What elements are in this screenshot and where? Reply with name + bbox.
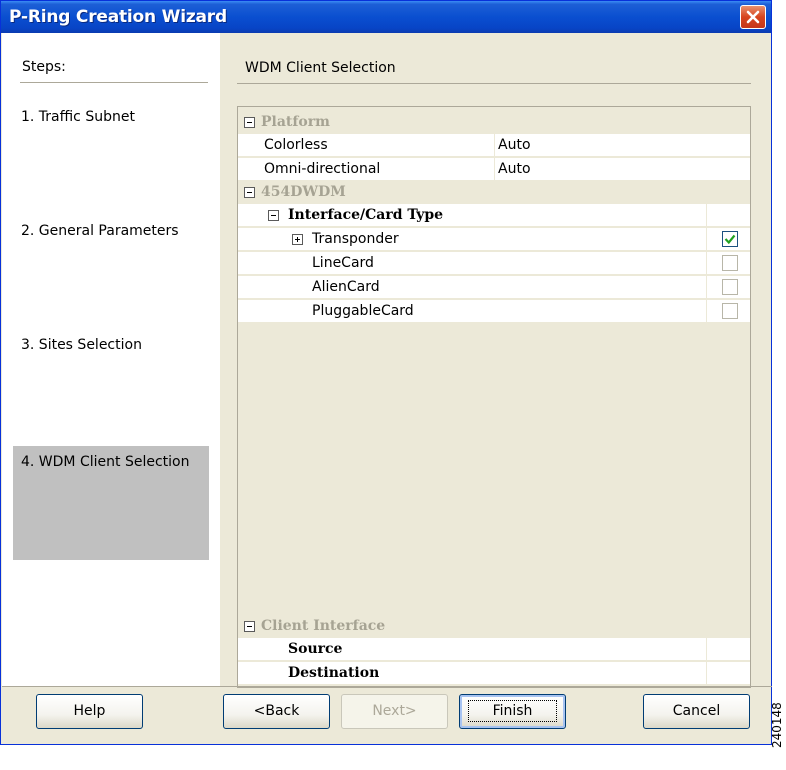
client-row-destination[interactable]: Destination bbox=[238, 662, 750, 685]
client-row-source[interactable]: Source bbox=[238, 638, 750, 661]
figure-id-watermark: 240148 bbox=[770, 702, 784, 748]
wizard-window: P-Ring Creation Wizard Steps: 1. Traffic… bbox=[0, 0, 772, 745]
checkmark-icon bbox=[724, 234, 736, 245]
column-divider bbox=[706, 276, 707, 299]
step-wdm-client-selection[interactable]: 4. WDM Client Selection bbox=[13, 446, 209, 560]
subgroup-label: Interface/Card Type bbox=[288, 207, 444, 223]
page-title: WDM Client Selection bbox=[245, 60, 396, 76]
collapse-icon[interactable] bbox=[268, 210, 279, 221]
column-divider bbox=[706, 300, 707, 323]
property-row-omni-directional[interactable]: Omni-directional Auto bbox=[238, 158, 750, 181]
column-divider bbox=[706, 252, 707, 275]
title-bar[interactable]: P-Ring Creation Wizard bbox=[1, 1, 771, 33]
title-divider bbox=[237, 83, 751, 84]
steps-header: Steps: bbox=[22, 59, 66, 75]
transponder-checkbox[interactable] bbox=[722, 231, 738, 247]
window-title: P-Ring Creation Wizard bbox=[9, 7, 227, 27]
group-client-interface-label: Client Interface bbox=[261, 618, 386, 634]
card-type-name: LineCard bbox=[312, 255, 374, 271]
finish-button[interactable]: Finish bbox=[459, 694, 566, 729]
back-button[interactable]: <Back bbox=[223, 694, 330, 729]
collapse-icon[interactable] bbox=[244, 117, 255, 128]
property-name: Omni-directional bbox=[264, 161, 381, 177]
close-button[interactable] bbox=[740, 5, 766, 29]
step-general-parameters[interactable]: 2. General Parameters bbox=[13, 223, 209, 239]
aliencard-checkbox[interactable] bbox=[722, 279, 738, 295]
finish-button-label: Finish bbox=[467, 700, 558, 722]
step-sites-selection[interactable]: 3. Sites Selection bbox=[13, 337, 209, 353]
column-divider bbox=[706, 204, 707, 227]
card-type-name: PluggableCard bbox=[312, 303, 414, 319]
group-platform-label: Platform bbox=[261, 114, 330, 130]
card-type-row-linecard[interactable]: LineCard bbox=[238, 252, 750, 275]
steps-panel: Steps: bbox=[2, 33, 220, 686]
card-type-row-pluggablecard[interactable]: PluggableCard bbox=[238, 300, 750, 323]
subgroup-interface-card-type[interactable]: Interface/Card Type bbox=[238, 204, 750, 227]
collapse-icon[interactable] bbox=[244, 187, 255, 198]
group-454dwdm-label: 454DWDM bbox=[261, 184, 346, 200]
linecard-checkbox[interactable] bbox=[722, 255, 738, 271]
card-type-row-aliencard[interactable]: AlienCard bbox=[238, 276, 750, 299]
footer-divider bbox=[2, 686, 772, 687]
client-row-label: Destination bbox=[288, 665, 380, 681]
collapse-icon[interactable] bbox=[244, 621, 255, 632]
pluggablecard-checkbox[interactable] bbox=[722, 303, 738, 319]
column-divider bbox=[706, 228, 707, 251]
property-value[interactable]: Auto bbox=[498, 137, 531, 153]
cancel-button[interactable]: Cancel bbox=[643, 694, 750, 729]
close-icon bbox=[746, 10, 760, 24]
property-grid: Platform Colorless Auto Omni-directional… bbox=[237, 106, 751, 688]
column-divider bbox=[494, 158, 495, 181]
client-row-label: Source bbox=[288, 641, 343, 657]
expand-icon[interactable] bbox=[292, 234, 303, 245]
property-row-colorless[interactable]: Colorless Auto bbox=[238, 134, 750, 157]
group-454dwdm[interactable]: 454DWDM bbox=[238, 181, 750, 204]
step-traffic-subnet[interactable]: 1. Traffic Subnet bbox=[13, 109, 209, 125]
card-type-row-transponder[interactable]: Transponder bbox=[238, 228, 750, 251]
column-divider bbox=[706, 638, 707, 661]
steps-divider bbox=[20, 82, 208, 83]
card-type-name: Transponder bbox=[312, 231, 399, 247]
help-button[interactable]: Help bbox=[36, 694, 143, 729]
group-client-interface[interactable]: Client Interface bbox=[238, 615, 750, 638]
card-type-name: AlienCard bbox=[312, 279, 380, 295]
group-platform[interactable]: Platform bbox=[238, 111, 750, 134]
next-button[interactable]: Next> bbox=[341, 694, 448, 729]
property-value[interactable]: Auto bbox=[498, 161, 531, 177]
column-divider bbox=[494, 134, 495, 157]
property-name: Colorless bbox=[264, 137, 328, 153]
column-divider bbox=[706, 662, 707, 685]
